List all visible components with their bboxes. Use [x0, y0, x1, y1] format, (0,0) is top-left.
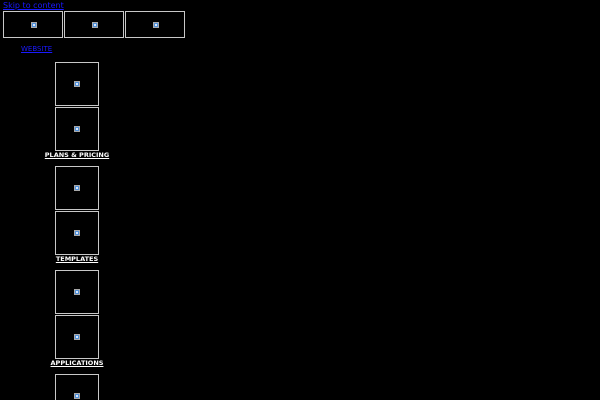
applications-image-1[interactable]: [55, 270, 99, 314]
templates-image-2[interactable]: [55, 211, 99, 255]
broken-image-icon: [153, 22, 159, 28]
plans-image-1[interactable]: [55, 62, 99, 106]
thumbnail-1[interactable]: [3, 11, 63, 38]
thumbnail-3[interactable]: [125, 11, 185, 38]
plans-image-2[interactable]: [55, 107, 99, 151]
broken-image-icon: [74, 334, 80, 340]
skip-to-content-link[interactable]: Skip to content: [3, 1, 64, 10]
broken-image-icon: [31, 22, 37, 28]
broken-image-icon: [74, 393, 80, 399]
website-link[interactable]: WEBSITE: [21, 45, 52, 54]
broken-image-icon: [74, 230, 80, 236]
applications-image-2[interactable]: [55, 315, 99, 359]
thumbnail-2[interactable]: [64, 11, 124, 38]
templates-image-1[interactable]: [55, 166, 99, 210]
broken-image-icon: [74, 185, 80, 191]
broken-image-icon: [74, 81, 80, 87]
applications-link[interactable]: APPLICATIONS: [17, 359, 137, 367]
templates-link[interactable]: TEMPLATES: [17, 255, 137, 263]
broken-image-icon: [74, 289, 80, 295]
plans-pricing-link[interactable]: PLANS & PRICING: [17, 151, 137, 159]
next-section-image-1[interactable]: [55, 374, 99, 400]
page: Skip to content WEBSITE PLANS & PRICING …: [0, 0, 600, 400]
broken-image-icon: [92, 22, 98, 28]
broken-image-icon: [74, 126, 80, 132]
